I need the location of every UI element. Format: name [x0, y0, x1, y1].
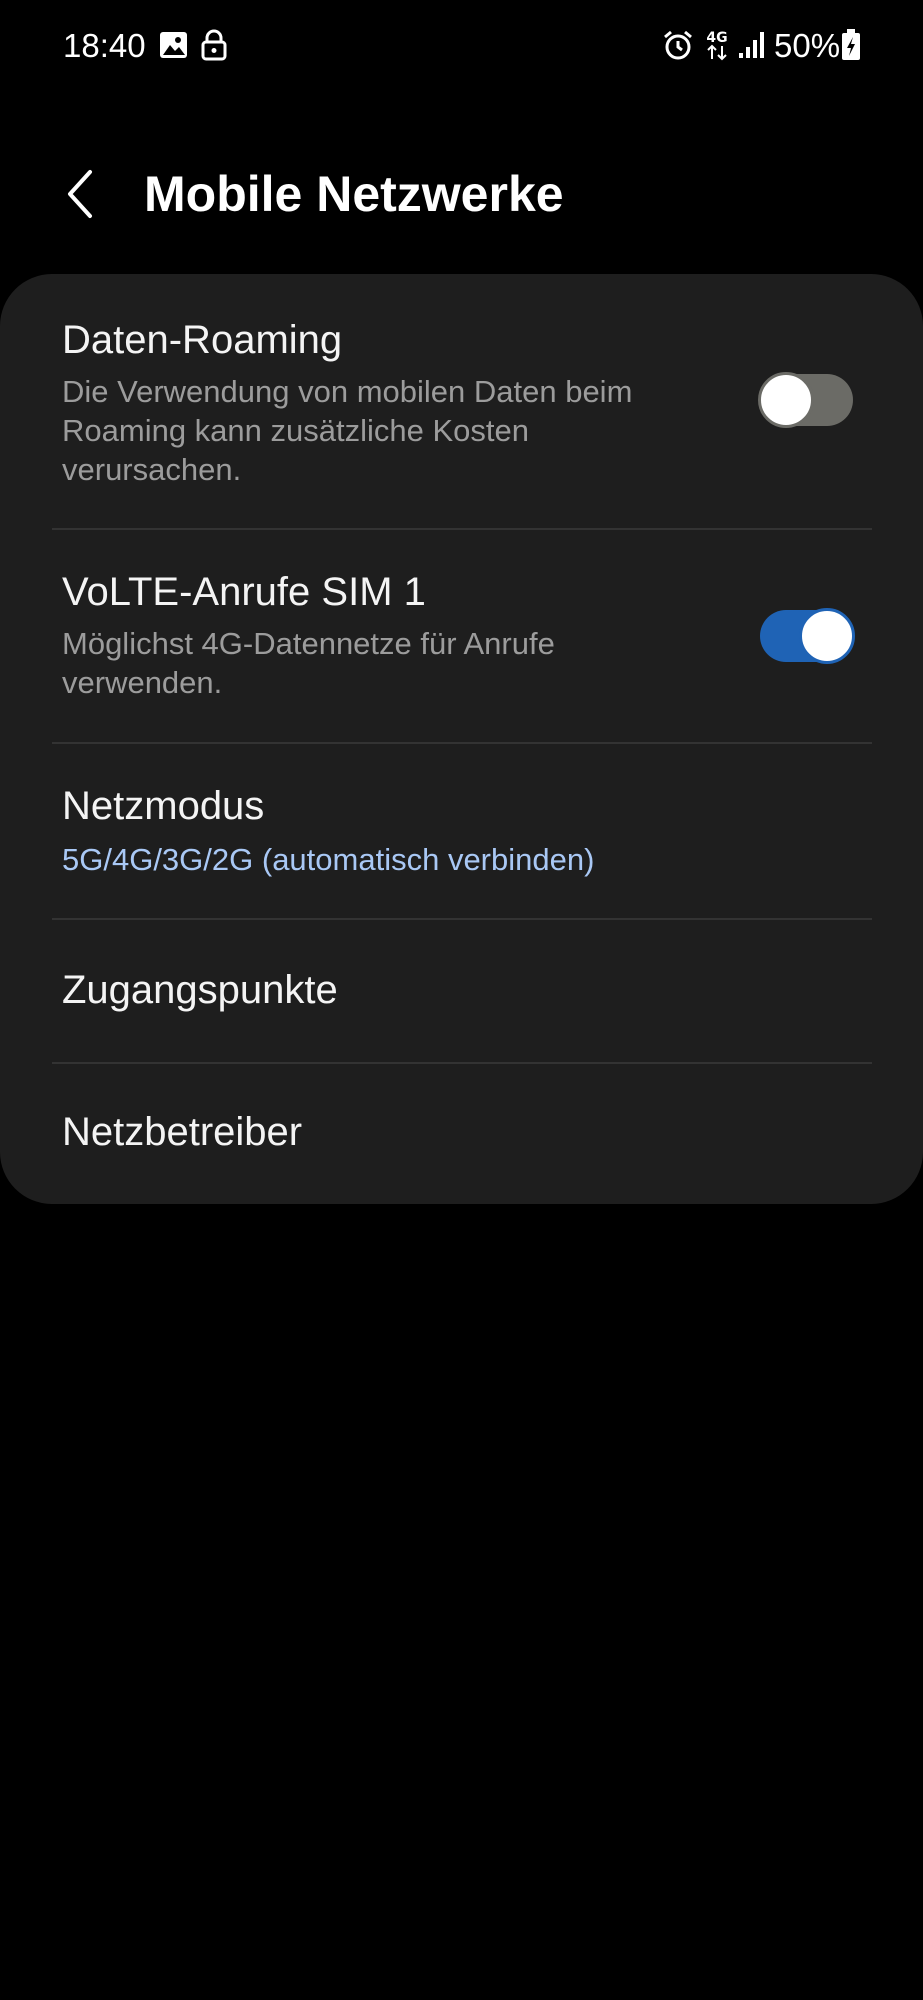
volte-toggle[interactable] — [760, 608, 855, 664]
signal-icon — [736, 28, 768, 62]
image-icon — [158, 28, 190, 62]
alarm-icon — [662, 28, 694, 62]
setting-title: Netzmodus — [62, 784, 265, 828]
status-time: 18:40 — [63, 27, 146, 64]
page-title: Mobile Netzwerke — [144, 166, 564, 222]
setting-description: Möglichst 4G-Datennetze für Anrufe verwe… — [62, 626, 555, 700]
network-label: 4G — [706, 30, 727, 46]
battery-percentage: 50% — [774, 27, 841, 64]
setting-description: Die Verwendung von mobilen Daten beim Ro… — [62, 374, 633, 487]
toggle-knob — [799, 608, 855, 664]
setting-title: Netzbetreiber — [62, 1110, 303, 1154]
battery-charging-icon — [840, 28, 862, 62]
back-button[interactable] — [56, 164, 108, 224]
setting-title: VoLTE-Anrufe SIM 1 — [62, 570, 426, 614]
toggle-knob — [758, 372, 814, 428]
status-bar: 18:40 4G 50% — [0, 0, 923, 92]
settings-card: Daten-Roaming Die Verwendung von mobilen… — [0, 274, 923, 1204]
setting-title: Zugangspunkte — [62, 968, 338, 1012]
network-4g-icon: 4G — [702, 28, 732, 62]
setting-data-roaming[interactable]: Daten-Roaming Die Verwendung von mobilen… — [0, 274, 923, 528]
lock-icon — [198, 28, 230, 62]
setting-access-points[interactable]: Zugangspunkte — [0, 920, 923, 1062]
setting-network-operators[interactable]: Netzbetreiber — [0, 1064, 923, 1204]
setting-title: Daten-Roaming — [62, 318, 343, 362]
data-roaming-toggle[interactable] — [758, 372, 853, 428]
setting-volte-sim1[interactable]: VoLTE-Anrufe SIM 1 Möglichst 4G-Datennet… — [0, 530, 923, 742]
network-mode-value: 5G/4G/3G/2G (automatisch verbinden) — [62, 842, 595, 877]
setting-network-mode[interactable]: Netzmodus 5G/4G/3G/2G (automatisch verbi… — [0, 744, 923, 918]
chevron-left-icon — [68, 170, 92, 218]
